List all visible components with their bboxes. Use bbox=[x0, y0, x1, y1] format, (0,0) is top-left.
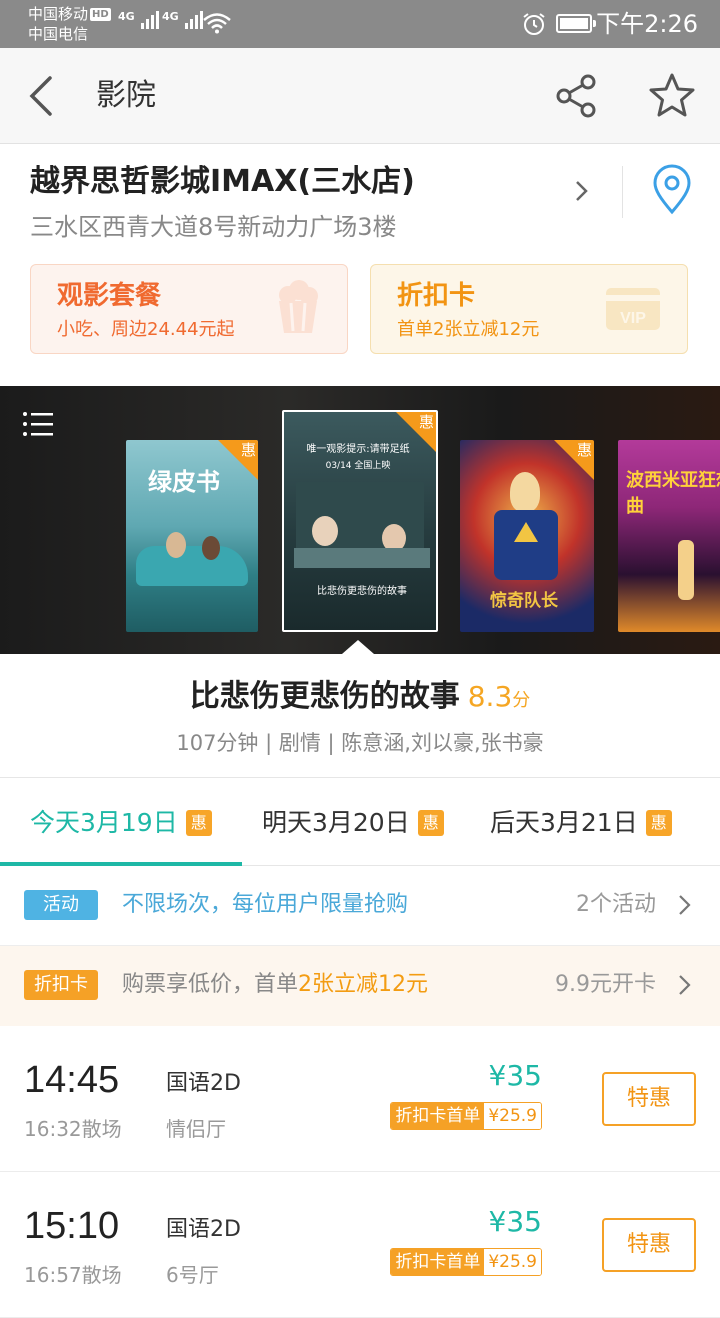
signal-icon: 4G bbox=[162, 10, 205, 29]
poster-title: 比悲伤更悲伤的故事 bbox=[317, 586, 407, 597]
tab-label: 明天3月20日 bbox=[262, 808, 410, 837]
card-label: 折扣卡首单 bbox=[391, 1249, 485, 1275]
discount-badge: 惠 bbox=[645, 810, 672, 836]
poster-release: 03/14 全国上映 bbox=[325, 461, 391, 471]
car-illustration bbox=[136, 546, 248, 586]
discount-text-prefix: 购票享低价，首单 bbox=[122, 972, 299, 997]
poster-title: 波西米亚狂想曲 bbox=[626, 470, 720, 517]
discount-badge: 惠 bbox=[185, 810, 212, 836]
showtime-hall: 情侣厅 bbox=[166, 1117, 226, 1141]
carrier-info: 中国移动 HD 中国电信 bbox=[28, 4, 111, 44]
discount-card-text: 购票享低价，首单2张立减12元 bbox=[122, 968, 428, 1002]
movie-poster-selected[interactable]: 唯一观影提示:请带足纸 03/14 全国上映 比悲伤更悲伤的故事 惠 bbox=[282, 410, 438, 632]
discount-card-promo[interactable]: 折扣卡 首单2张立减12元 VIP bbox=[370, 264, 688, 354]
showtime-end: 16:57散场 bbox=[24, 1263, 122, 1287]
tab-label: 后天3月21日 bbox=[490, 808, 638, 837]
card-price-badge: 折扣卡首单 ¥25.9 bbox=[390, 1102, 542, 1130]
showtime-end: 16:32散场 bbox=[24, 1117, 122, 1141]
discount-badge: 惠 bbox=[218, 440, 258, 480]
network-type: 4G bbox=[162, 10, 179, 23]
promo-title: 观影套餐 bbox=[57, 281, 162, 311]
title-bar: 影院 bbox=[0, 48, 720, 144]
promo-title: 折扣卡 bbox=[397, 281, 476, 311]
activity-tag: 活动 bbox=[24, 890, 98, 920]
vip-card-icon: VIP bbox=[606, 288, 660, 330]
movie-poster[interactable]: 惊奇队长 惠 bbox=[460, 440, 594, 632]
discount-text-highlight: 2张立减12元 bbox=[298, 972, 429, 997]
wifi-icon bbox=[203, 13, 231, 34]
popcorn-icon bbox=[279, 280, 318, 333]
snack-combo-promo[interactable]: 观影套餐 小吃、周边24.44元起 bbox=[30, 264, 348, 354]
carrier-1: 中国移动 bbox=[28, 5, 89, 23]
discount-card-tag: 折扣卡 bbox=[24, 970, 98, 1000]
activity-row[interactable]: 活动 不限场次，每位用户限量抢购 2个活动 bbox=[0, 866, 720, 946]
showtime-hall: 6号厅 bbox=[166, 1263, 219, 1287]
card-price: ¥25.9 bbox=[484, 1249, 541, 1275]
favorite-star-icon[interactable] bbox=[646, 70, 698, 122]
tab-today[interactable]: 今天3月19日惠 bbox=[30, 806, 212, 840]
showtime-row[interactable]: 14:45 16:32散场 国语2D 情侣厅 ¥35 折扣卡首单 ¥25.9 特惠 bbox=[0, 1026, 720, 1172]
poster-carousel[interactable]: 绿皮书 惠 唯一观影提示:请带足纸 03/14 全国上映 比悲伤更悲伤的故事 惠… bbox=[0, 386, 720, 654]
buy-ticket-button[interactable]: 特惠 bbox=[602, 1218, 696, 1272]
hd-badge: HD bbox=[90, 8, 111, 21]
poster-title: 绿皮书 bbox=[148, 467, 220, 496]
tab-label: 今天3月19日 bbox=[30, 808, 178, 837]
movie-info[interactable]: 比悲伤更悲伤的故事 8.3分 107分钟 | 剧情 | 陈意涵,刘以豪,张书豪 bbox=[0, 654, 720, 778]
tab-tomorrow[interactable]: 明天3月20日惠 bbox=[262, 806, 444, 840]
discount-badge: 惠 bbox=[554, 440, 594, 480]
chevron-right-icon bbox=[679, 975, 691, 995]
showtime-start: 15:10 bbox=[24, 1205, 120, 1247]
showtime-language: 国语2D bbox=[166, 1217, 241, 1242]
selected-pointer bbox=[342, 640, 374, 654]
tab-day-after[interactable]: 后天3月21日惠 bbox=[490, 806, 672, 840]
divider bbox=[622, 166, 623, 218]
discount-card-row[interactable]: 折扣卡 购票享低价，首单2张立减12元 9.9元开卡 bbox=[0, 946, 720, 1026]
showtime-start: 14:45 bbox=[24, 1059, 120, 1101]
page-title: 影院 bbox=[96, 78, 156, 113]
movie-score: 8.3 bbox=[467, 680, 513, 713]
share-icon[interactable] bbox=[552, 72, 600, 120]
network-type: 4G bbox=[118, 10, 135, 23]
card-price: ¥25.9 bbox=[484, 1103, 541, 1129]
promo-subtitle: 首单2张立减12元 bbox=[397, 319, 540, 340]
movie-poster[interactable]: 波西米亚狂想曲 bbox=[618, 440, 720, 632]
battery-icon bbox=[556, 14, 596, 33]
card-label: 折扣卡首单 bbox=[391, 1103, 485, 1129]
cinema-name[interactable]: 越界思哲影城IMAX(三水店) bbox=[30, 162, 415, 202]
carrier-2: 中国电信 bbox=[28, 25, 89, 43]
location-pin-icon[interactable] bbox=[650, 164, 694, 216]
movie-meta: 107分钟 | 剧情 | 陈意涵,刘以豪,张书豪 bbox=[176, 731, 544, 755]
showtime-row[interactable]: 15:10 16:57散场 国语2D 6号厅 ¥35 折扣卡首单 ¥25.9 特惠 bbox=[0, 1172, 720, 1318]
list-menu-icon[interactable] bbox=[22, 410, 54, 440]
signal-icon: 4G bbox=[118, 10, 161, 29]
movie-poster[interactable]: 绿皮书 惠 bbox=[126, 440, 258, 632]
movie-score-unit: 分 bbox=[512, 690, 531, 711]
showtime-price: ¥35 bbox=[488, 1059, 542, 1092]
showtime-price: ¥35 bbox=[488, 1205, 542, 1238]
discount-badge: 惠 bbox=[417, 810, 444, 836]
buy-ticket-button[interactable]: 特惠 bbox=[602, 1072, 696, 1126]
back-arrow-icon[interactable] bbox=[22, 72, 62, 120]
alarm-icon bbox=[523, 13, 545, 35]
activity-count: 2个活动 bbox=[576, 892, 656, 917]
card-price-badge: 折扣卡首单 ¥25.9 bbox=[390, 1248, 542, 1276]
cinema-address[interactable]: 三水区西青大道8号新动力广场3楼 bbox=[30, 210, 397, 244]
promo-subtitle: 小吃、周边24.44元起 bbox=[57, 319, 235, 340]
chevron-right-icon[interactable] bbox=[570, 176, 594, 206]
activity-text: 不限场次，每位用户限量抢购 bbox=[122, 892, 409, 917]
movie-title: 比悲伤更悲伤的故事 bbox=[189, 679, 460, 714]
discount-badge: 惠 bbox=[396, 412, 436, 452]
date-tabs: 今天3月19日惠 明天3月20日惠 后天3月21日惠 bbox=[0, 778, 720, 866]
clock: 下午2:26 bbox=[596, 10, 698, 38]
open-card-price: 9.9元开卡 bbox=[555, 972, 656, 997]
showtime-language: 国语2D bbox=[166, 1071, 241, 1096]
svg-text:VIP: VIP bbox=[620, 310, 646, 327]
poster-title: 惊奇队长 bbox=[490, 591, 558, 611]
chevron-right-icon bbox=[679, 895, 691, 915]
status-bar: 中国移动 HD 中国电信 4G 4G 下午2:26 bbox=[0, 0, 720, 48]
cinema-info: 越界思哲影城IMAX(三水店) 三水区西青大道8号新动力广场3楼 观影套餐 小吃… bbox=[0, 144, 720, 386]
